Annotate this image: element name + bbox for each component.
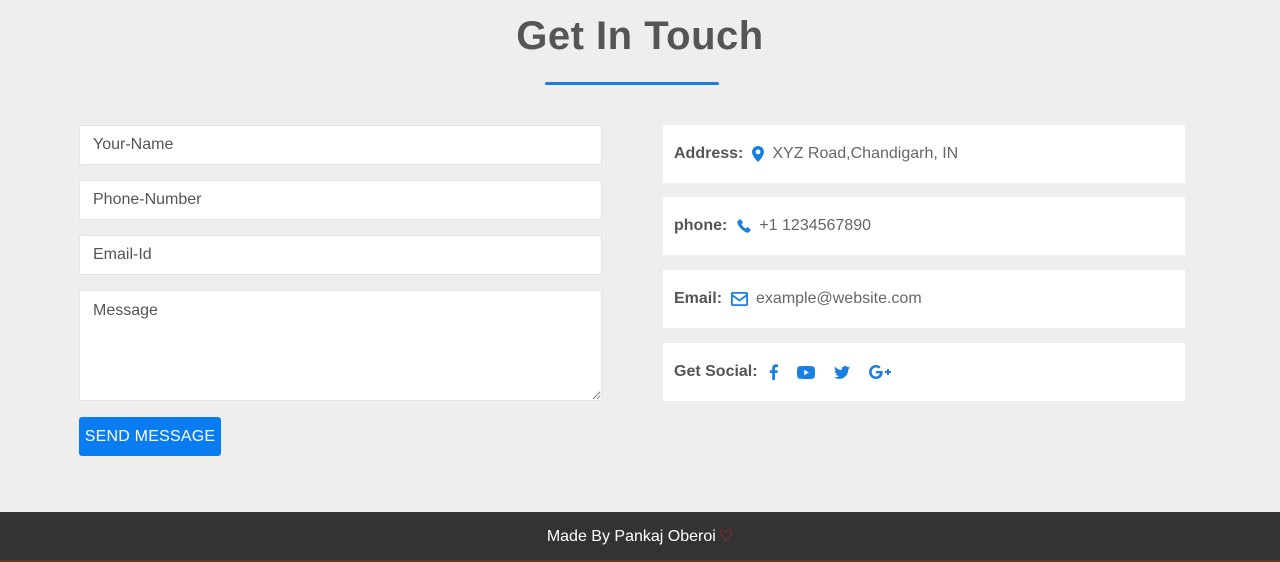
name-input[interactable] bbox=[79, 125, 602, 165]
phone-card: phone: +1 1234567890 bbox=[663, 197, 1185, 255]
address-card: Address: XYZ Road,Chandigarh, IN bbox=[663, 125, 1185, 183]
phone-icon bbox=[736, 218, 752, 234]
email-input[interactable] bbox=[79, 235, 602, 275]
twitter-icon[interactable] bbox=[833, 365, 850, 379]
map-marker-icon bbox=[752, 146, 765, 162]
facebook-icon[interactable] bbox=[769, 364, 778, 380]
phone-label: phone: bbox=[674, 217, 728, 234]
message-textarea[interactable] bbox=[79, 290, 602, 401]
phone-value: +1 1234567890 bbox=[759, 217, 871, 234]
footer: Made By Pankaj Oberoi ♡ bbox=[0, 512, 1280, 562]
heart-icon: ♡ bbox=[718, 528, 734, 545]
social-label: Get Social: bbox=[674, 363, 758, 380]
send-message-button[interactable]: SEND MESSAGE bbox=[79, 417, 221, 456]
address-label: Address: bbox=[674, 145, 744, 162]
footer-credit: Made By Pankaj Oberoi bbox=[546, 528, 716, 545]
phone-input[interactable] bbox=[79, 180, 602, 220]
address-value: XYZ Road,Chandigarh, IN bbox=[772, 145, 959, 162]
social-card: Get Social: bbox=[663, 343, 1185, 401]
youtube-icon[interactable] bbox=[796, 365, 815, 379]
google-plus-icon[interactable] bbox=[868, 365, 891, 379]
title-underline bbox=[545, 82, 719, 85]
email-label: Email: bbox=[674, 290, 723, 307]
envelope-icon bbox=[731, 292, 749, 306]
email-card: Email: example@website.com bbox=[663, 270, 1185, 328]
page-title: Get In Touch bbox=[516, 14, 764, 58]
email-value: example@website.com bbox=[756, 290, 922, 307]
